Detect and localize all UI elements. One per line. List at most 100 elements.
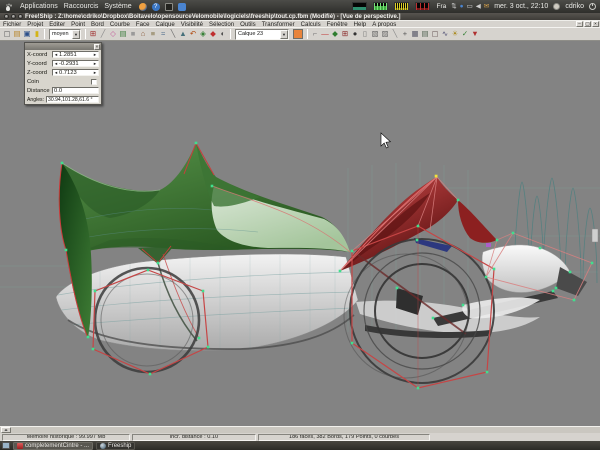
table-icon[interactable]: ▦ [410,28,420,40]
interior-edges-icon[interactable]: ╱ [98,28,108,40]
status-panel-2: 186 faces, 382 Bords, 179 Points, 0 cour… [258,434,430,441]
keyboard-layout-indicator[interactable]: Fra [436,3,446,10]
add-icon[interactable]: + [400,28,410,40]
lock-icon[interactable]: ▯ [360,28,370,40]
coord-row-y-coord: Y-coord◄-0.2931► [25,59,101,68]
spinner-left-icon[interactable]: ◄ [54,70,58,75]
zebra-view-icon[interactable]: ◐ [218,28,228,40]
window-button-3[interactable] [18,14,23,19]
remove-edge-icon[interactable]: — [320,28,330,40]
user-name[interactable]: cdriko [565,3,584,10]
buttocks-icon[interactable]: ≡ [148,28,158,40]
waterlines-icon[interactable]: ≈ [158,28,168,40]
messenger-icon[interactable]: ● [460,0,464,13]
panel-menu-syst-me[interactable]: Système [102,3,133,10]
mirror-icon[interactable]: ▨ [380,28,390,40]
horizontal-scroll-strip[interactable]: ◂▸ [0,426,600,433]
coord-field-x-coord[interactable]: ◄1.2851► [52,51,99,58]
system-monitor-cpu-applet[interactable] [352,2,367,11]
collapse-edge-icon[interactable]: ⌐ [310,28,320,40]
new-file-icon[interactable]: ▢ [2,28,12,40]
cube-icon[interactable]: ▧ [370,28,380,40]
open-file-icon[interactable]: ▤ [12,28,22,40]
window-button-1[interactable] [4,14,9,19]
control-curves-icon[interactable]: ◇ [108,28,118,40]
power-icon[interactable] [589,3,596,10]
chevron-down-icon[interactable]: ▼ [280,30,288,39]
layer-color-swatch[interactable] [293,29,303,39]
corner-label: Coin [27,79,50,85]
stations-icon[interactable]: ⌂ [138,28,148,40]
toolbar-file-group: ▢▤▣▮ [2,28,42,40]
chevron-down-icon[interactable]: ▼ [72,30,80,39]
notes-icon[interactable]: ▢ [430,28,440,40]
spinner-left-icon[interactable]: ◄ [54,61,58,66]
selected-point-yellow[interactable] [435,175,438,178]
corner-row: Coin [25,77,101,86]
task-buttons: completementCintre - ... Freeship [13,442,135,450]
system-monitor-disk-applet[interactable] [415,2,430,11]
spinner-right-icon[interactable]: ► [93,70,97,75]
control-net-icon[interactable]: ⊞ [88,28,98,40]
coordinate-panel[interactable]: × X-coord◄1.2851►Y-coord◄-0.2931►Z-coord… [24,42,102,105]
volume-icon[interactable]: ◀ [476,0,481,13]
close-icon[interactable]: × [94,44,100,50]
precision-dropdown[interactable]: moyen ▼ [49,29,81,40]
viewport-scroll-nub[interactable] [592,229,598,242]
firefox-icon[interactable] [139,3,147,11]
gnome-logo-icon[interactable] [4,2,13,12]
distance-field[interactable]: 0.0 [52,87,99,94]
coordinate-rows: X-coord◄1.2851►Y-coord◄-0.2931►Z-coord◄0… [25,50,101,77]
show-desktop-icon[interactable] [2,442,10,449]
coord-field-y-coord[interactable]: ◄-0.2931► [52,60,99,67]
package-icon[interactable] [178,3,186,11]
curvature-icon[interactable]: ▤ [118,28,128,40]
split-icon[interactable]: ╲ [390,28,400,40]
help-icon[interactable]: ? [152,3,160,11]
hydrostatics-icon[interactable]: ▲ [178,28,188,40]
angles-field[interactable]: 30.94,101.28,61.6 ° [46,96,99,103]
exit-icon[interactable]: ▮ [32,28,42,40]
system-monitor-network-applet[interactable] [394,2,409,11]
clock[interactable]: mer. 3 oct., 22:10 [494,3,548,10]
save-icon[interactable]: ▣ [22,28,32,40]
user-avatar[interactable] [553,3,560,10]
coordinate-panel-titlebar[interactable]: × [25,43,101,50]
curve-icon[interactable]: ∿ [440,28,450,40]
normals-icon[interactable]: ■ [128,28,138,40]
coord-label: Z-coord [27,70,50,76]
panel-menu-applications[interactable]: Applications [18,3,60,10]
check-icon[interactable]: ✓ [460,28,470,40]
task-label: completementCintre - ... [25,443,89,449]
shaded-view-icon[interactable]: ◆ [208,28,218,40]
wireframe-view-icon[interactable]: ◈ [198,28,208,40]
trash-icon[interactable]: ▼ [470,28,480,40]
spinner-right-icon[interactable]: ► [93,61,97,66]
system-monitor-memory-applet[interactable] [373,2,388,11]
corner-checkbox[interactable] [91,79,97,85]
face-grid-icon[interactable]: ⊞ [340,28,350,40]
window-button-2[interactable] [11,14,16,19]
undo-icon[interactable]: ↶ [188,28,198,40]
delete-icon[interactable]: ● [350,28,360,40]
task-freeship[interactable]: Freeship [96,442,135,450]
menu-bar: FichierProjetEditerPointBordCourbeFaceCa… [0,20,600,27]
display-icon[interactable]: ▭ [467,0,473,13]
window-title: Free!Ship : Z:\home\cdriko\Dropbox\Boita… [25,14,401,20]
mail-icon[interactable]: ✉ [484,0,489,13]
spinner-left-icon[interactable]: ◄ [54,52,58,57]
terminal-icon[interactable] [165,3,173,11]
toolbar-separator [44,29,45,39]
panel-menu-raccourcis[interactable]: Raccourcis [62,3,101,10]
spinner-right-icon[interactable]: ► [93,52,97,57]
distance-row: Distance 0.0 [25,86,101,95]
layer-dropdown[interactable]: Calque 23 ▼ [235,29,289,40]
coord-field-z-coord[interactable]: ◄0.7123► [52,69,99,76]
report-icon[interactable]: ▤ [420,28,430,40]
diagonals-icon[interactable]: ╲ [168,28,178,40]
lamp-icon[interactable]: ☀ [450,28,460,40]
network-activity-icon[interactable]: ⇅ [451,0,456,13]
insert-point-icon[interactable]: ◆ [330,28,340,40]
task-completementcintre[interactable]: completementCintre - ... [13,442,93,450]
distance-label: Distance [27,88,50,94]
